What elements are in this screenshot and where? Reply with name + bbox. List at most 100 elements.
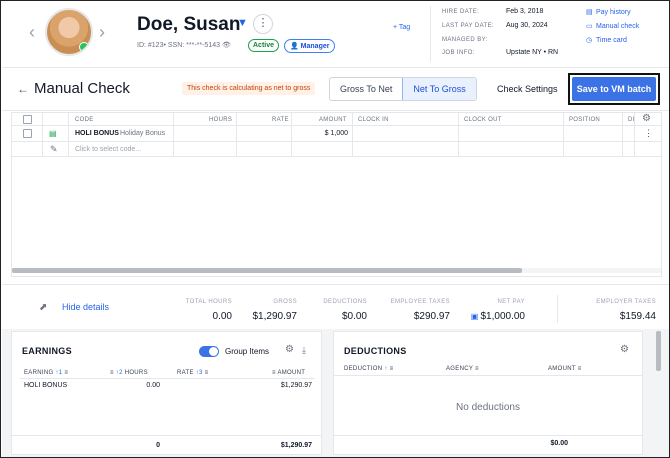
net-pay-label: NET PAY (497, 299, 525, 305)
collapse-icon[interactable]: ⬈ (39, 302, 47, 313)
gross-value: $1,290.97 (252, 311, 298, 322)
employee-taxes-label: EMPLOYEE TAXES (390, 299, 450, 305)
check-settings-button[interactable]: Check Settings (497, 84, 558, 94)
col-rate[interactable]: RATE ↑3 ≡ (177, 370, 208, 376)
cash-icon: ▣ (470, 312, 481, 321)
col-amount[interactable]: ≡ AMOUNT (272, 370, 305, 376)
col-hours[interactable]: ≡ ↑2 HOURS (110, 370, 148, 376)
filter-icon[interactable]: ≡ (64, 370, 68, 376)
new-row[interactable]: ✎ Click to select code... (12, 142, 661, 157)
col-agency-label: AGENCY (446, 366, 474, 372)
save-to-vm-batch-wrapper: Save to VM batch (568, 73, 660, 105)
back-arrow-icon[interactable]: ← (17, 82, 29, 96)
gear-icon[interactable]: ⚙ (642, 113, 651, 124)
role-badge: 👤 Manager (284, 39, 336, 53)
col-amount: AMOUNT (319, 117, 347, 123)
col-rate-label: RATE (177, 370, 194, 376)
net-to-gross-button[interactable]: Net To Gross (402, 78, 476, 100)
employee-name[interactable]: Doe, Susan (137, 14, 240, 36)
col-clock-out: CLOCK OUT (464, 117, 502, 123)
earning-amount: $1,290.97 (280, 382, 312, 389)
chevron-down-icon[interactable]: ▼ (237, 17, 248, 29)
col-deduction-amount-label: AMOUNT (548, 366, 576, 372)
table-row[interactable]: ▤ HOLI BONUS Holiday Bonus $ 1,000 ⋮ (12, 126, 661, 142)
sort-order-1: 1 (58, 370, 63, 376)
filter-icon[interactable]: ≡ (390, 366, 394, 372)
hire-date-value: Feb 3, 2018 (506, 8, 544, 15)
clock-icon: ◷ (586, 37, 593, 44)
row-more-icon[interactable]: ⋮ (644, 128, 653, 139)
gear-icon[interactable]: ⚙ (620, 344, 629, 355)
net-pay-amount: $1,000.00 (480, 311, 526, 322)
managed-by-label: MANAGED BY: (442, 37, 488, 43)
col-clock-in: CLOCK IN (358, 117, 389, 123)
filter-icon[interactable]: ≡ (205, 370, 209, 376)
earnings-footer-amount: $1,290.97 (280, 442, 312, 449)
col-earning-label: EARNING (24, 370, 54, 376)
calculation-mode-toggle: Gross To Net Net To Gross (329, 77, 477, 101)
save-to-vm-batch-button[interactable]: Save to VM batch (572, 77, 656, 101)
last-pay-date-value: Aug 30, 2024 (506, 22, 548, 29)
job-info-value: Upstate NY • RN (506, 49, 559, 56)
col-hours-label: HOURS (124, 370, 148, 376)
sort-order-3: 3 (199, 370, 203, 376)
gross-label: GROSS (273, 299, 297, 305)
deductions-footer-amount: $0.00 (550, 440, 568, 447)
earning-code-icon: ▤ (49, 129, 57, 138)
prev-employee-icon[interactable]: ‹ (29, 22, 35, 43)
col-rate: RATE (272, 117, 289, 123)
history-icon: ▤ (586, 9, 593, 16)
vertical-scrollbar[interactable] (656, 331, 661, 371)
col-deduction-amount[interactable]: AMOUNT ≡ (548, 366, 581, 372)
col-deduction-label: DEDUCTION (344, 366, 383, 372)
hide-details-link[interactable]: Hide details (62, 302, 109, 312)
col-earning[interactable]: EARNING ↑1 ≡ (24, 370, 68, 376)
job-info-label: JOB INFO: (442, 50, 475, 56)
status-badge: Active (248, 39, 280, 52)
hire-date-label: HIRE DATE: (442, 9, 480, 15)
manual-check-label: Manual check (596, 23, 640, 30)
filter-icon[interactable]: ≡ (578, 366, 582, 372)
deductions-title: DEDUCTIONS (344, 346, 407, 356)
group-items-toggle[interactable] (199, 346, 219, 357)
filter-icon[interactable]: ≡ (475, 366, 479, 372)
total-hours-value: 0.00 (212, 311, 232, 322)
row-code[interactable]: HOLI BONUS (75, 130, 119, 137)
col-code: CODE (75, 117, 94, 123)
page-title: Manual Check (34, 80, 130, 97)
row-amount[interactable]: $ 1,000 (313, 130, 348, 137)
next-employee-icon[interactable]: › (99, 22, 105, 43)
add-tag-link[interactable]: + Tag (393, 24, 410, 31)
employer-taxes-value: $159.44 (619, 311, 656, 322)
select-all-checkbox[interactable] (23, 115, 32, 124)
horizontal-scrollbar[interactable] (12, 268, 522, 273)
col-deduction[interactable]: DEDUCTION ↑ ≡ (344, 366, 393, 372)
download-icon[interactable]: ⤓ (302, 345, 306, 356)
row-code-description: Holiday Bonus (120, 130, 166, 137)
time-card-link[interactable]: ◷ Time card (586, 36, 627, 44)
group-items-label: Group Items (225, 347, 270, 356)
earnings-footer-hours: 0 (156, 442, 160, 449)
avatar (45, 8, 93, 56)
gear-icon[interactable]: ⚙ (285, 344, 294, 355)
row-checkbox[interactable] (23, 129, 32, 138)
more-options-button[interactable]: ⋮ (253, 14, 273, 34)
totals-summary: ⬈ Hide details TOTAL HOURS 0.00 GROSS $1… (2, 284, 669, 328)
sort-order-2: 2 (119, 370, 123, 376)
select-code-input[interactable]: Click to select code... (75, 146, 141, 153)
employee-id-line: ID: #123• SSN: ***-**-5143 👁 (137, 42, 231, 49)
pay-history-link[interactable]: ▤ Pay history (586, 8, 631, 16)
time-card-label: Time card (596, 37, 627, 44)
pencil-icon: ✎ (50, 144, 58, 154)
gross-to-net-button[interactable]: Gross To Net (330, 78, 402, 100)
employer-taxes-label: EMPLOYER TAXES (596, 299, 656, 305)
earnings-panel: EARNINGS Group Items ⚙ ⤓ EARNING ↑1 ≡ ≡ … (11, 331, 322, 455)
manual-check-link[interactable]: ▭ Manual check (586, 22, 639, 30)
pay-history-label: Pay history (596, 9, 631, 16)
role-badge-label: Manager (300, 43, 330, 50)
col-agency[interactable]: AGENCY ≡ (446, 366, 479, 372)
net-pay-value: ▣ $1,000.00 (457, 311, 525, 322)
employee-header: ‹ › Doe, Susan ▼ ⋮ ID: #123• SSN: ***-**… (2, 2, 669, 68)
person-icon: 👤 (290, 43, 301, 50)
filter-icon[interactable]: ≡ (110, 370, 114, 376)
